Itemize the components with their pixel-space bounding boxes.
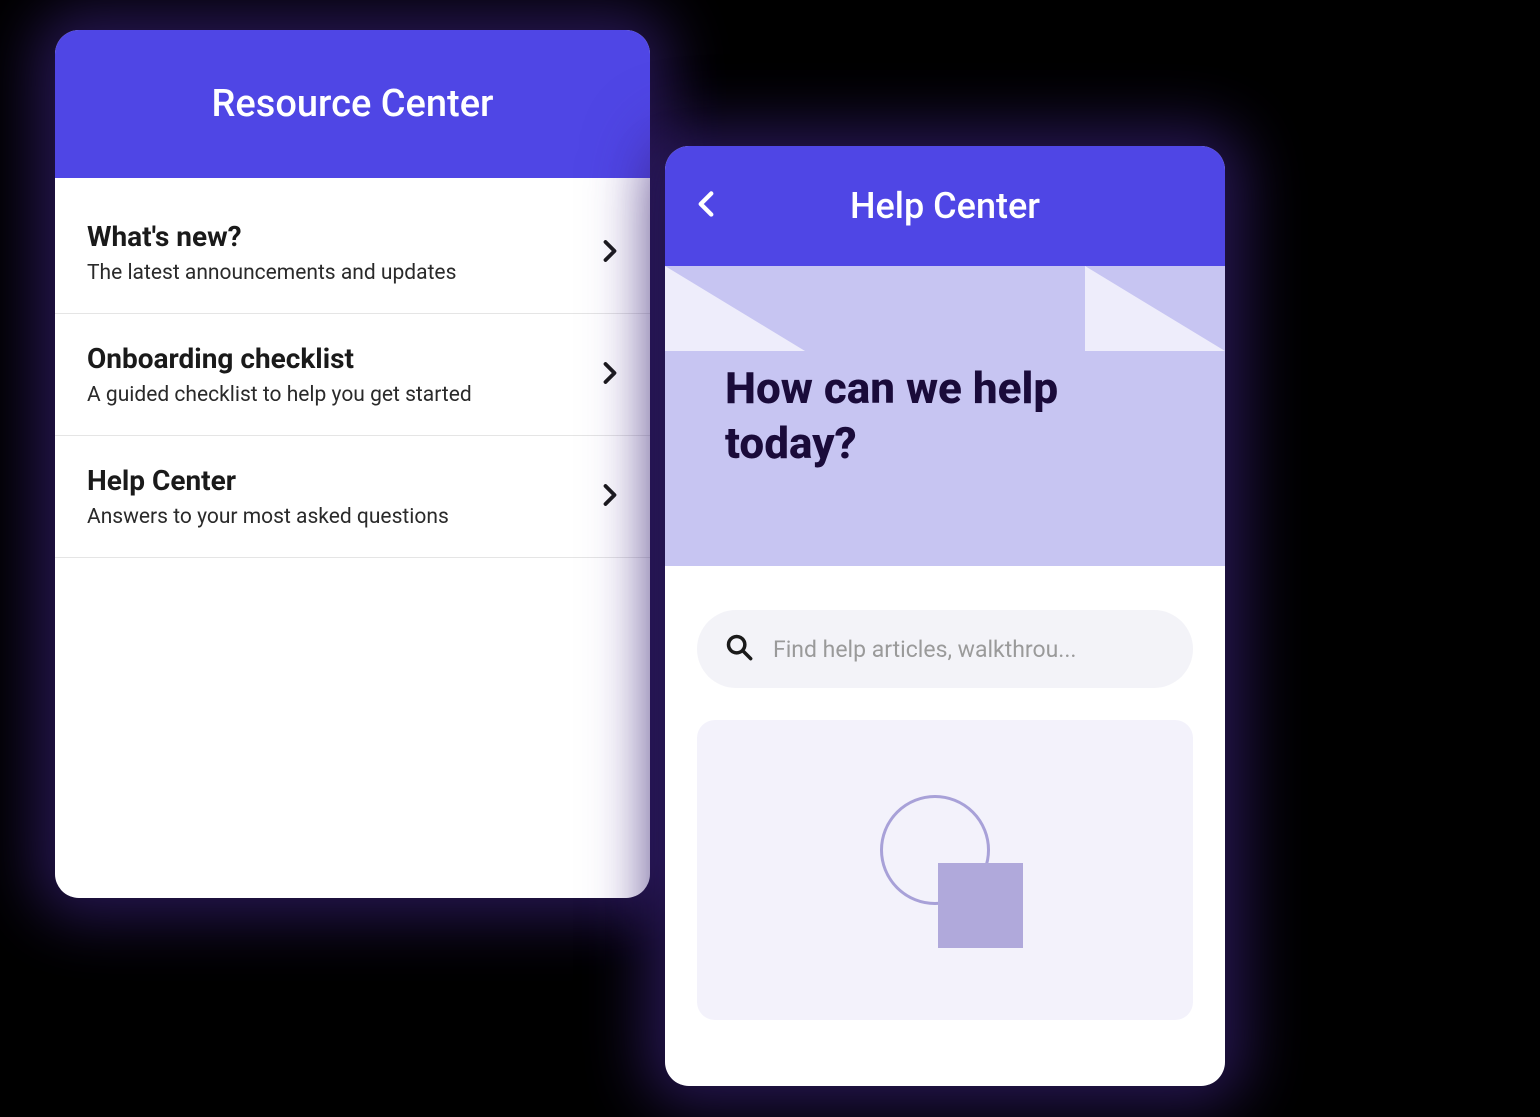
hero-decoration [1085,266,1225,351]
list-item-desc: A guided checklist to help you get start… [87,383,590,407]
list-item-content: Help Center Answers to your most asked q… [87,464,590,529]
resource-center-panel: Resource Center What's new? The latest a… [55,30,650,898]
list-item-content: Onboarding checklist A guided checklist … [87,342,590,407]
hero-decoration [665,266,805,351]
chevron-right-icon [602,239,618,267]
search-input[interactable] [773,636,1165,663]
list-item-whats-new[interactable]: What's new? The latest announcements and… [55,192,650,314]
list-item-title: Onboarding checklist [87,342,590,375]
chevron-right-icon [602,361,618,389]
resource-center-header: Resource Center [55,30,650,178]
search-box[interactable] [697,610,1193,688]
hero-title: How can we help today? [725,361,1165,471]
chevron-right-icon [602,483,618,511]
help-center-title: Help Center [850,185,1040,227]
list-item-help-center[interactable]: Help Center Answers to your most asked q… [55,436,650,558]
help-center-panel: Help Center How can we help today? [665,146,1225,1086]
list-item-title: Help Center [87,464,590,497]
help-center-hero: How can we help today? [665,266,1225,566]
article-card[interactable] [697,720,1193,1020]
placeholder-square-icon [938,863,1023,948]
resource-center-title: Resource Center [212,82,494,126]
card-placeholder-graphic [870,795,1020,945]
list-item-onboarding[interactable]: Onboarding checklist A guided checklist … [55,314,650,436]
list-item-title: What's new? [87,220,590,253]
search-icon [725,633,753,665]
resource-center-list: What's new? The latest announcements and… [55,178,650,558]
list-item-desc: The latest announcements and updates [87,261,590,285]
back-button[interactable] [697,190,715,222]
help-center-header: Help Center [665,146,1225,266]
list-item-desc: Answers to your most asked questions [87,505,590,529]
search-section [665,566,1225,720]
list-item-content: What's new? The latest announcements and… [87,220,590,285]
chevron-left-icon [697,190,715,222]
